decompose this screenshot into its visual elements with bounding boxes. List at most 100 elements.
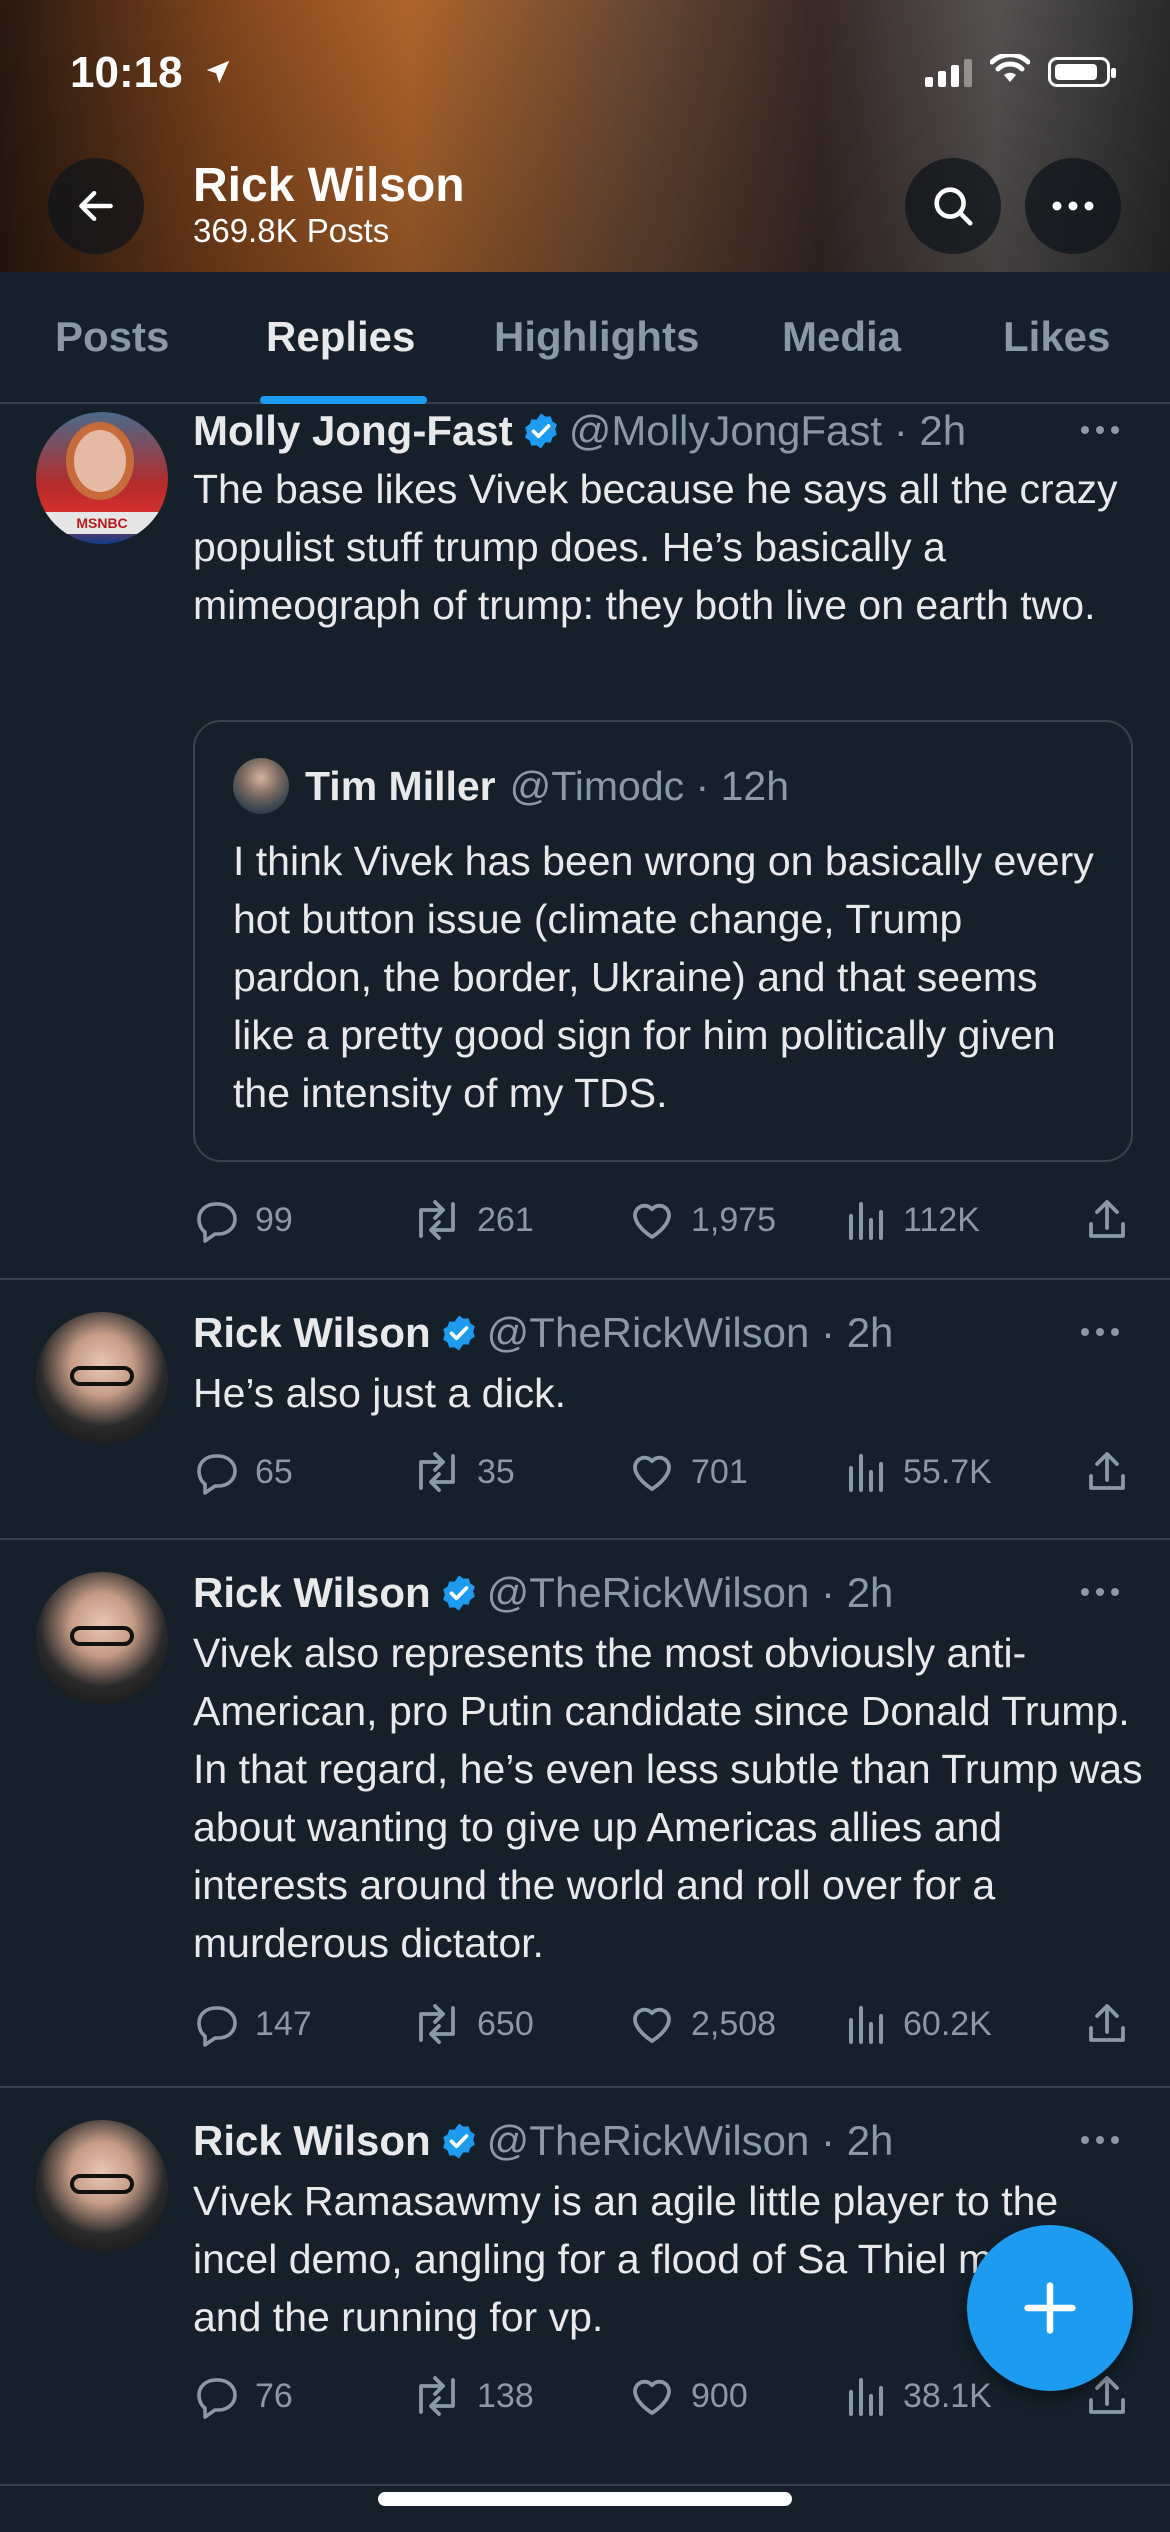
tweet[interactable]: Rick Wilson @TheRickWilson · 2h Vivek als… [0,1540,1170,2088]
views-button[interactable]: 38.1K [845,2366,992,2426]
views-button[interactable]: 60.2K [845,1994,992,2054]
profile-name: Rick Wilson [193,159,465,212]
like-count: 900 [691,2376,748,2415]
reply-button[interactable]: 65 [193,1442,293,1502]
tab-likes[interactable]: Likes [1003,272,1110,402]
more-options-button[interactable] [1025,158,1121,254]
profile-posts-count: 369.8K Posts [193,212,390,249]
like-button[interactable]: 2,508 [627,1994,776,2054]
tweet-time: 2h [919,407,967,454]
tweet-actions: 99 261 1,975 112K [193,1190,1133,1250]
tweet-actions: 147 650 2,508 60.2K [193,1994,1133,2054]
reply-count: 99 [255,1200,293,1239]
search-button[interactable] [905,158,1001,254]
tweet-time: 2h [846,2117,894,2164]
reply-icon [197,2378,237,2419]
tab-replies[interactable]: Replies [266,272,415,402]
back-button[interactable] [48,158,144,254]
more-icon [1081,1328,1119,1336]
quote-author-handle: @Timodc [509,762,685,809]
more-icon [1081,426,1119,434]
like-icon [633,2007,671,2043]
like-button[interactable]: 900 [627,2366,748,2426]
quote-author-name: Tim Miller [305,762,496,809]
quoted-tweet[interactable]: Tim Miller @Timodc · 12h I think Vivek h… [193,720,1133,1162]
tweet-header: Rick Wilson @TheRickWilson · 2h [193,1308,893,1364]
repost-icon [419,1452,455,1492]
avatar[interactable]: MSNBC [36,412,168,544]
views-icon [849,2378,883,2416]
author-handle: @MollyJongFast [568,407,883,454]
repost-count: 650 [477,2004,534,2043]
tweet-more-button[interactable] [1070,1312,1130,1352]
verified-icon [439,2121,479,2172]
tweet-more-button[interactable] [1070,410,1130,450]
quote-avatar [233,758,289,814]
reply-button[interactable]: 147 [193,1994,312,2054]
avatar[interactable] [36,1572,168,1704]
author-handle: @TheRickWilson [486,1309,810,1356]
tweet-header: Rick Wilson @TheRickWilson · 2h [193,1568,893,1624]
share-icon [1089,1200,1125,1238]
tab-highlights[interactable]: Highlights [494,272,699,402]
home-indicator[interactable] [378,2492,792,2506]
views-icon [849,1454,883,1492]
author-name[interactable]: Rick Wilson [193,1569,431,1616]
like-icon [633,1203,671,1239]
repost-button[interactable]: 35 [411,1442,515,1502]
search-icon [934,187,973,226]
tweet[interactable]: MSNBC Molly Jong-Fast @MollyJongFast · 2h… [0,404,1170,1280]
views-count: 60.2K [903,2004,992,2043]
repost-icon [419,1200,455,1240]
like-button[interactable]: 1,975 [627,1190,776,1250]
tweet-header: Molly Jong-Fast @MollyJongFast · 2h [193,406,966,462]
author-name[interactable]: Rick Wilson [193,2117,431,2164]
views-count: 55.7K [903,1452,992,1491]
active-tab-indicator [260,396,427,404]
tweet-time: 2h [846,1569,894,1616]
repost-button[interactable]: 138 [411,2366,534,2426]
tab-posts[interactable]: Posts [55,272,169,402]
views-button[interactable]: 112K [845,1190,980,1250]
reply-button[interactable]: 99 [193,1190,293,1250]
avatar-badge: MSNBC [36,512,168,534]
author-name[interactable]: Rick Wilson [193,1309,431,1356]
quote-text: I think Vivek has been wrong on basicall… [233,838,1094,1116]
tweet-more-button[interactable] [1070,1572,1130,1612]
avatar[interactable] [36,1312,168,1444]
like-icon [633,1455,671,1491]
tweet-text: Vivek also represents the most obviously… [193,1630,1143,1966]
share-button[interactable] [1083,1190,1131,1250]
avatar[interactable] [36,2120,168,2252]
reply-count: 76 [255,2376,293,2415]
repost-button[interactable]: 650 [411,1994,534,2054]
more-icon [1081,2136,1119,2144]
tab-media[interactable]: Media [782,272,901,402]
author-handle: @TheRickWilson [486,1569,810,1616]
compose-button[interactable] [967,2225,1133,2391]
verified-icon [439,1313,479,1364]
reply-icon [197,1202,237,1243]
repost-button[interactable]: 261 [411,1190,534,1250]
battery-icon [1048,56,1116,87]
like-button[interactable]: 701 [627,1442,748,1502]
reply-count: 65 [255,1452,293,1491]
repost-icon [419,2376,455,2416]
tweet-text: The base likes Vivek because he says all… [193,466,1118,628]
author-handle: @TheRickWilson [486,2117,810,2164]
views-button[interactable]: 55.7K [845,1442,992,1502]
back-arrow-icon [79,190,113,222]
reply-button[interactable]: 76 [193,2366,293,2426]
tweet-more-button[interactable] [1070,2120,1130,2160]
share-button[interactable] [1083,1994,1131,2054]
like-count: 1,975 [691,1200,777,1239]
tweet-actions: 65 35 701 55.7K [193,1442,1133,1502]
tweet[interactable]: Rick Wilson @TheRickWilson · 2h He’s also… [0,1280,1170,1540]
profile-tabs: Posts Replies Highlights Media Likes [0,272,1170,404]
views-icon [849,1202,883,1240]
author-name[interactable]: Molly Jong-Fast [193,407,513,454]
share-button[interactable] [1083,1442,1131,1502]
signal-icon [925,57,972,87]
like-icon [633,2379,671,2415]
more-icon [1052,201,1094,211]
